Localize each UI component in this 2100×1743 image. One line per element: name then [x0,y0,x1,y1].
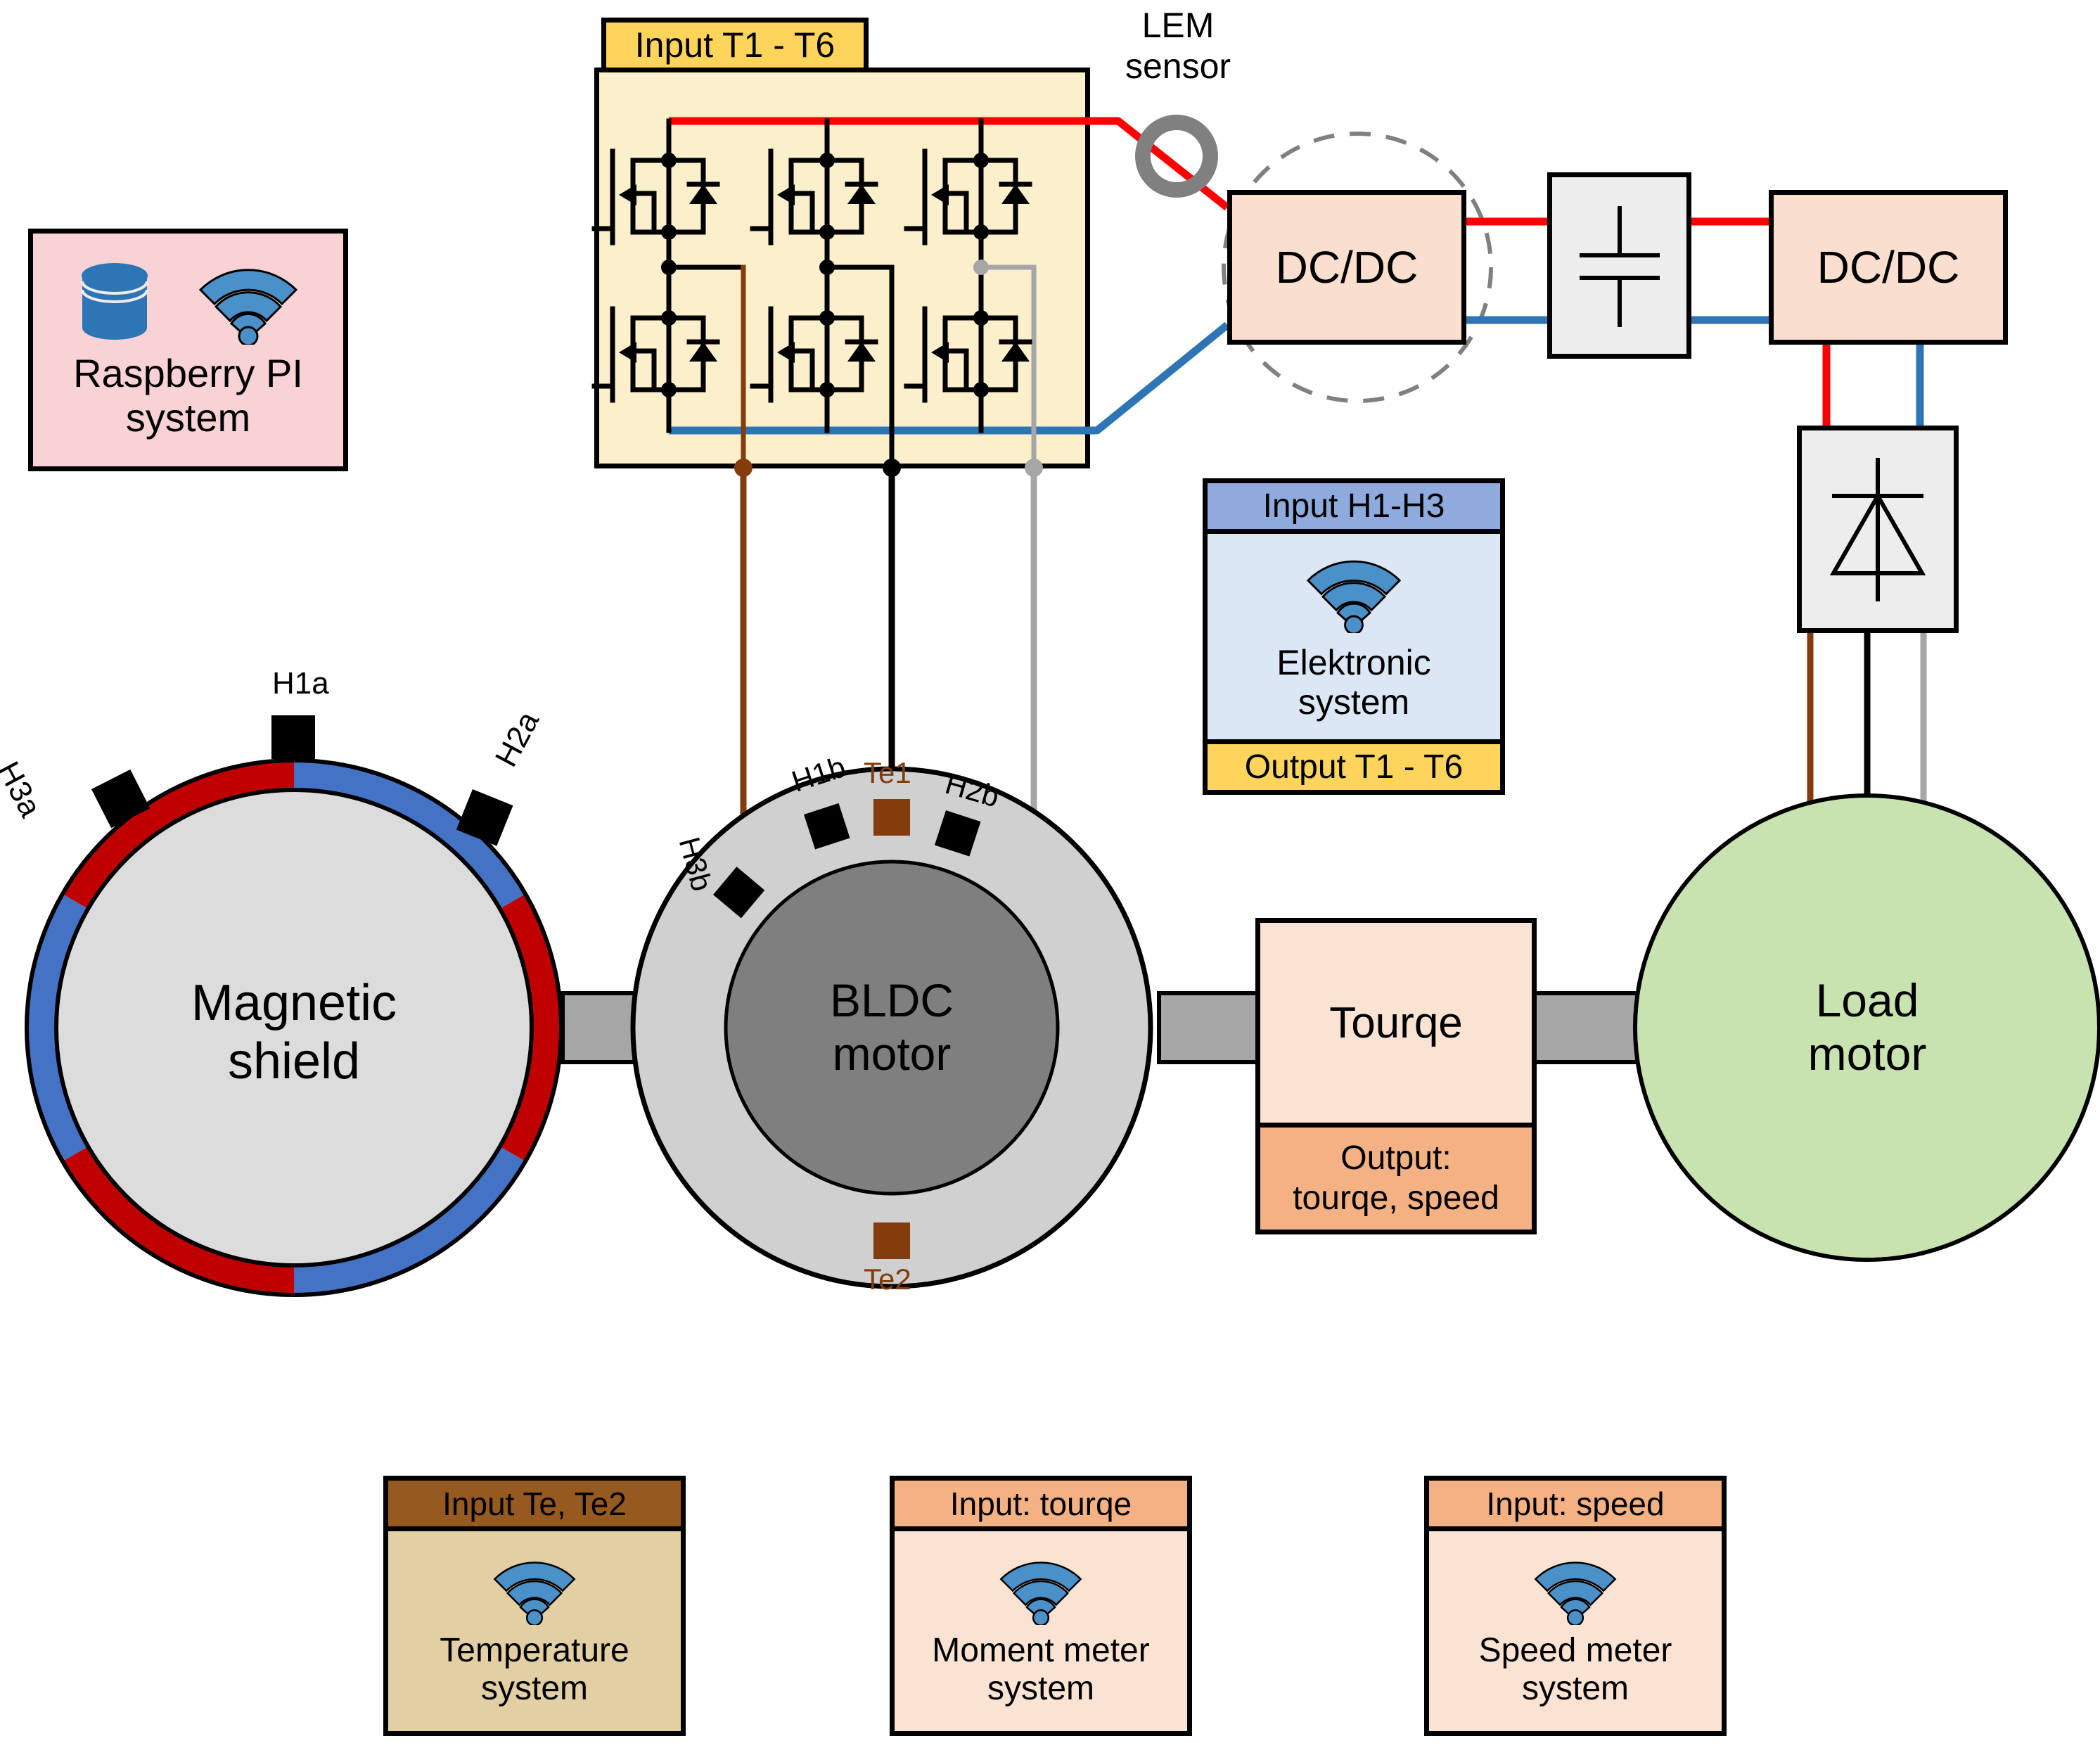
moment-meter-system-header: Input: tourqe [895,1481,1187,1531]
moment-meter-system-box[interactable]: Input: tourqe Moment meter system [890,1476,1192,1736]
temperature-system-box[interactable]: Input Te, Te2 Temperature system [383,1476,686,1736]
speed-meter-system-header: Input: speed [1429,1481,1722,1531]
wifi-icon [999,1562,1082,1626]
wifi-icon [493,1562,576,1626]
temperature-system-label: Temperature system [440,1632,629,1707]
temperature-system-header: Input Te, Te2 [388,1481,681,1531]
speed-meter-system-box[interactable]: Input: speed Speed meter system [1424,1476,1727,1736]
load-motor-label: Load motor [1807,974,1927,1080]
diagram-canvas: Raspberry PI system Input T1 - T6 LEM se… [0,0,2100,1743]
wifi-icon [1534,1562,1617,1626]
moment-meter-system-label: Moment meter system [932,1632,1150,1707]
speed-meter-system-label: Speed meter system [1478,1632,1672,1707]
